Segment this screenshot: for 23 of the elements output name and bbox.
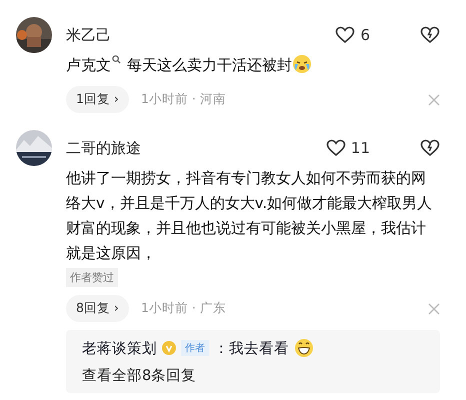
view-all-replies-link[interactable]: 查看全部8条回复 xyxy=(82,366,196,385)
like-icon[interactable] xyxy=(326,139,346,157)
search-icon xyxy=(112,55,121,64)
reply-author[interactable]: 老蒋谈策划 xyxy=(82,338,157,358)
replies-button[interactable]: 1回复 › xyxy=(66,86,129,113)
author-tag: 作者 xyxy=(181,340,209,356)
comment-text: 他讲了一期捞女，抖音有专门教女人如何不劳而获的网络大v，并且是千万人的女大v.如何做才能最大榨取男人财富的现象，并且他也说过有可能被关小黑屋，我估计就是这原因， xyxy=(66,169,434,264)
replies-button[interactable]: 8回复 › xyxy=(66,295,129,322)
like-icon[interactable] xyxy=(335,26,356,44)
avatar[interactable] xyxy=(16,130,52,166)
comment-time-location: 1小时前 · 广东 xyxy=(140,300,227,317)
dislike-icon[interactable] xyxy=(420,139,440,157)
dislike-icon[interactable] xyxy=(420,26,440,44)
user-name[interactable]: 米乙己 xyxy=(66,26,336,44)
user-name[interactable]: 二哥的旅途 xyxy=(66,138,326,158)
comment-time-location: 1小时前 · 河南 xyxy=(140,91,227,108)
reply-text: ：我去看看 xyxy=(214,340,289,358)
like-count: 6 xyxy=(360,26,370,44)
avatar[interactable] xyxy=(16,17,52,53)
like-count: 11 xyxy=(350,139,370,157)
comment-text: 卢克文 每天这么卖力干活还被封 xyxy=(66,53,440,78)
search-keyword-link[interactable]: 卢克文 xyxy=(66,57,111,74)
author-liked-tag: 作者赞过 xyxy=(66,268,118,287)
